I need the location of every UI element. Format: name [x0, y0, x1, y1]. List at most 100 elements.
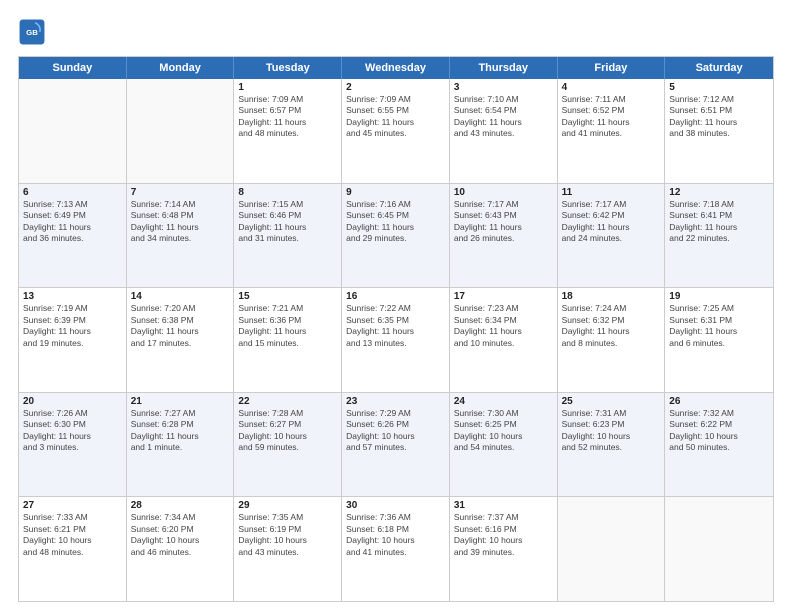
- page: GB SundayMondayTuesdayWednesdayThursdayF…: [0, 0, 792, 612]
- day-number: 17: [454, 291, 553, 302]
- day-cell-10: 10Sunrise: 7:17 AM Sunset: 6:43 PM Dayli…: [450, 184, 558, 288]
- day-number: 27: [23, 500, 122, 511]
- day-info: Sunrise: 7:25 AM Sunset: 6:31 PM Dayligh…: [669, 303, 769, 349]
- day-number: 8: [238, 187, 337, 198]
- day-info: Sunrise: 7:27 AM Sunset: 6:28 PM Dayligh…: [131, 408, 230, 454]
- day-number: 14: [131, 291, 230, 302]
- header-day-sunday: Sunday: [19, 57, 127, 79]
- day-cell-31: 31Sunrise: 7:37 AM Sunset: 6:16 PM Dayli…: [450, 497, 558, 601]
- day-info: Sunrise: 7:09 AM Sunset: 6:55 PM Dayligh…: [346, 94, 445, 140]
- calendar-header: SundayMondayTuesdayWednesdayThursdayFrid…: [19, 57, 773, 79]
- day-info: Sunrise: 7:15 AM Sunset: 6:46 PM Dayligh…: [238, 199, 337, 245]
- day-cell-28: 28Sunrise: 7:34 AM Sunset: 6:20 PM Dayli…: [127, 497, 235, 601]
- day-info: Sunrise: 7:17 AM Sunset: 6:42 PM Dayligh…: [562, 199, 661, 245]
- day-info: Sunrise: 7:10 AM Sunset: 6:54 PM Dayligh…: [454, 94, 553, 140]
- day-number: 2: [346, 82, 445, 93]
- day-cell-14: 14Sunrise: 7:20 AM Sunset: 6:38 PM Dayli…: [127, 288, 235, 392]
- day-number: 13: [23, 291, 122, 302]
- day-cell-22: 22Sunrise: 7:28 AM Sunset: 6:27 PM Dayli…: [234, 393, 342, 497]
- day-number: 29: [238, 500, 337, 511]
- day-info: Sunrise: 7:31 AM Sunset: 6:23 PM Dayligh…: [562, 408, 661, 454]
- week-row-5: 27Sunrise: 7:33 AM Sunset: 6:21 PM Dayli…: [19, 496, 773, 601]
- day-info: Sunrise: 7:17 AM Sunset: 6:43 PM Dayligh…: [454, 199, 553, 245]
- day-cell-6: 6Sunrise: 7:13 AM Sunset: 6:49 PM Daylig…: [19, 184, 127, 288]
- day-info: Sunrise: 7:22 AM Sunset: 6:35 PM Dayligh…: [346, 303, 445, 349]
- day-info: Sunrise: 7:20 AM Sunset: 6:38 PM Dayligh…: [131, 303, 230, 349]
- day-number: 4: [562, 82, 661, 93]
- day-info: Sunrise: 7:18 AM Sunset: 6:41 PM Dayligh…: [669, 199, 769, 245]
- empty-cell-4-6: [665, 497, 773, 601]
- day-info: Sunrise: 7:37 AM Sunset: 6:16 PM Dayligh…: [454, 512, 553, 558]
- day-number: 6: [23, 187, 122, 198]
- logo: GB: [18, 18, 50, 46]
- day-number: 10: [454, 187, 553, 198]
- day-cell-24: 24Sunrise: 7:30 AM Sunset: 6:25 PM Dayli…: [450, 393, 558, 497]
- day-cell-8: 8Sunrise: 7:15 AM Sunset: 6:46 PM Daylig…: [234, 184, 342, 288]
- day-info: Sunrise: 7:28 AM Sunset: 6:27 PM Dayligh…: [238, 408, 337, 454]
- day-cell-17: 17Sunrise: 7:23 AM Sunset: 6:34 PM Dayli…: [450, 288, 558, 392]
- day-number: 5: [669, 82, 769, 93]
- week-row-4: 20Sunrise: 7:26 AM Sunset: 6:30 PM Dayli…: [19, 392, 773, 497]
- day-info: Sunrise: 7:21 AM Sunset: 6:36 PM Dayligh…: [238, 303, 337, 349]
- day-number: 16: [346, 291, 445, 302]
- day-number: 31: [454, 500, 553, 511]
- calendar-body: 1Sunrise: 7:09 AM Sunset: 6:57 PM Daylig…: [19, 79, 773, 601]
- day-cell-15: 15Sunrise: 7:21 AM Sunset: 6:36 PM Dayli…: [234, 288, 342, 392]
- day-cell-11: 11Sunrise: 7:17 AM Sunset: 6:42 PM Dayli…: [558, 184, 666, 288]
- header-day-friday: Friday: [558, 57, 666, 79]
- day-number: 19: [669, 291, 769, 302]
- day-info: Sunrise: 7:26 AM Sunset: 6:30 PM Dayligh…: [23, 408, 122, 454]
- day-cell-29: 29Sunrise: 7:35 AM Sunset: 6:19 PM Dayli…: [234, 497, 342, 601]
- day-number: 26: [669, 396, 769, 407]
- day-cell-27: 27Sunrise: 7:33 AM Sunset: 6:21 PM Dayli…: [19, 497, 127, 601]
- day-info: Sunrise: 7:33 AM Sunset: 6:21 PM Dayligh…: [23, 512, 122, 558]
- day-number: 20: [23, 396, 122, 407]
- svg-text:GB: GB: [26, 28, 38, 37]
- day-info: Sunrise: 7:16 AM Sunset: 6:45 PM Dayligh…: [346, 199, 445, 245]
- day-number: 9: [346, 187, 445, 198]
- day-info: Sunrise: 7:32 AM Sunset: 6:22 PM Dayligh…: [669, 408, 769, 454]
- week-row-1: 1Sunrise: 7:09 AM Sunset: 6:57 PM Daylig…: [19, 79, 773, 183]
- day-info: Sunrise: 7:34 AM Sunset: 6:20 PM Dayligh…: [131, 512, 230, 558]
- day-info: Sunrise: 7:30 AM Sunset: 6:25 PM Dayligh…: [454, 408, 553, 454]
- day-info: Sunrise: 7:19 AM Sunset: 6:39 PM Dayligh…: [23, 303, 122, 349]
- week-row-3: 13Sunrise: 7:19 AM Sunset: 6:39 PM Dayli…: [19, 287, 773, 392]
- logo-icon: GB: [18, 18, 46, 46]
- day-info: Sunrise: 7:29 AM Sunset: 6:26 PM Dayligh…: [346, 408, 445, 454]
- day-cell-18: 18Sunrise: 7:24 AM Sunset: 6:32 PM Dayli…: [558, 288, 666, 392]
- day-number: 11: [562, 187, 661, 198]
- empty-cell-4-5: [558, 497, 666, 601]
- header-day-wednesday: Wednesday: [342, 57, 450, 79]
- day-info: Sunrise: 7:12 AM Sunset: 6:51 PM Dayligh…: [669, 94, 769, 140]
- header-day-thursday: Thursday: [450, 57, 558, 79]
- day-cell-13: 13Sunrise: 7:19 AM Sunset: 6:39 PM Dayli…: [19, 288, 127, 392]
- day-number: 15: [238, 291, 337, 302]
- day-cell-12: 12Sunrise: 7:18 AM Sunset: 6:41 PM Dayli…: [665, 184, 773, 288]
- week-row-2: 6Sunrise: 7:13 AM Sunset: 6:49 PM Daylig…: [19, 183, 773, 288]
- header-day-tuesday: Tuesday: [234, 57, 342, 79]
- empty-cell-0-1: [127, 79, 235, 183]
- day-cell-19: 19Sunrise: 7:25 AM Sunset: 6:31 PM Dayli…: [665, 288, 773, 392]
- day-number: 22: [238, 396, 337, 407]
- day-cell-16: 16Sunrise: 7:22 AM Sunset: 6:35 PM Dayli…: [342, 288, 450, 392]
- empty-cell-0-0: [19, 79, 127, 183]
- day-number: 21: [131, 396, 230, 407]
- day-number: 30: [346, 500, 445, 511]
- day-cell-26: 26Sunrise: 7:32 AM Sunset: 6:22 PM Dayli…: [665, 393, 773, 497]
- day-info: Sunrise: 7:11 AM Sunset: 6:52 PM Dayligh…: [562, 94, 661, 140]
- day-number: 24: [454, 396, 553, 407]
- day-info: Sunrise: 7:24 AM Sunset: 6:32 PM Dayligh…: [562, 303, 661, 349]
- header: GB: [18, 18, 774, 46]
- day-number: 7: [131, 187, 230, 198]
- day-number: 18: [562, 291, 661, 302]
- header-day-saturday: Saturday: [665, 57, 773, 79]
- day-number: 23: [346, 396, 445, 407]
- calendar: SundayMondayTuesdayWednesdayThursdayFrid…: [18, 56, 774, 602]
- day-number: 28: [131, 500, 230, 511]
- day-info: Sunrise: 7:13 AM Sunset: 6:49 PM Dayligh…: [23, 199, 122, 245]
- day-cell-4: 4Sunrise: 7:11 AM Sunset: 6:52 PM Daylig…: [558, 79, 666, 183]
- day-cell-5: 5Sunrise: 7:12 AM Sunset: 6:51 PM Daylig…: [665, 79, 773, 183]
- day-info: Sunrise: 7:14 AM Sunset: 6:48 PM Dayligh…: [131, 199, 230, 245]
- day-number: 1: [238, 82, 337, 93]
- day-cell-9: 9Sunrise: 7:16 AM Sunset: 6:45 PM Daylig…: [342, 184, 450, 288]
